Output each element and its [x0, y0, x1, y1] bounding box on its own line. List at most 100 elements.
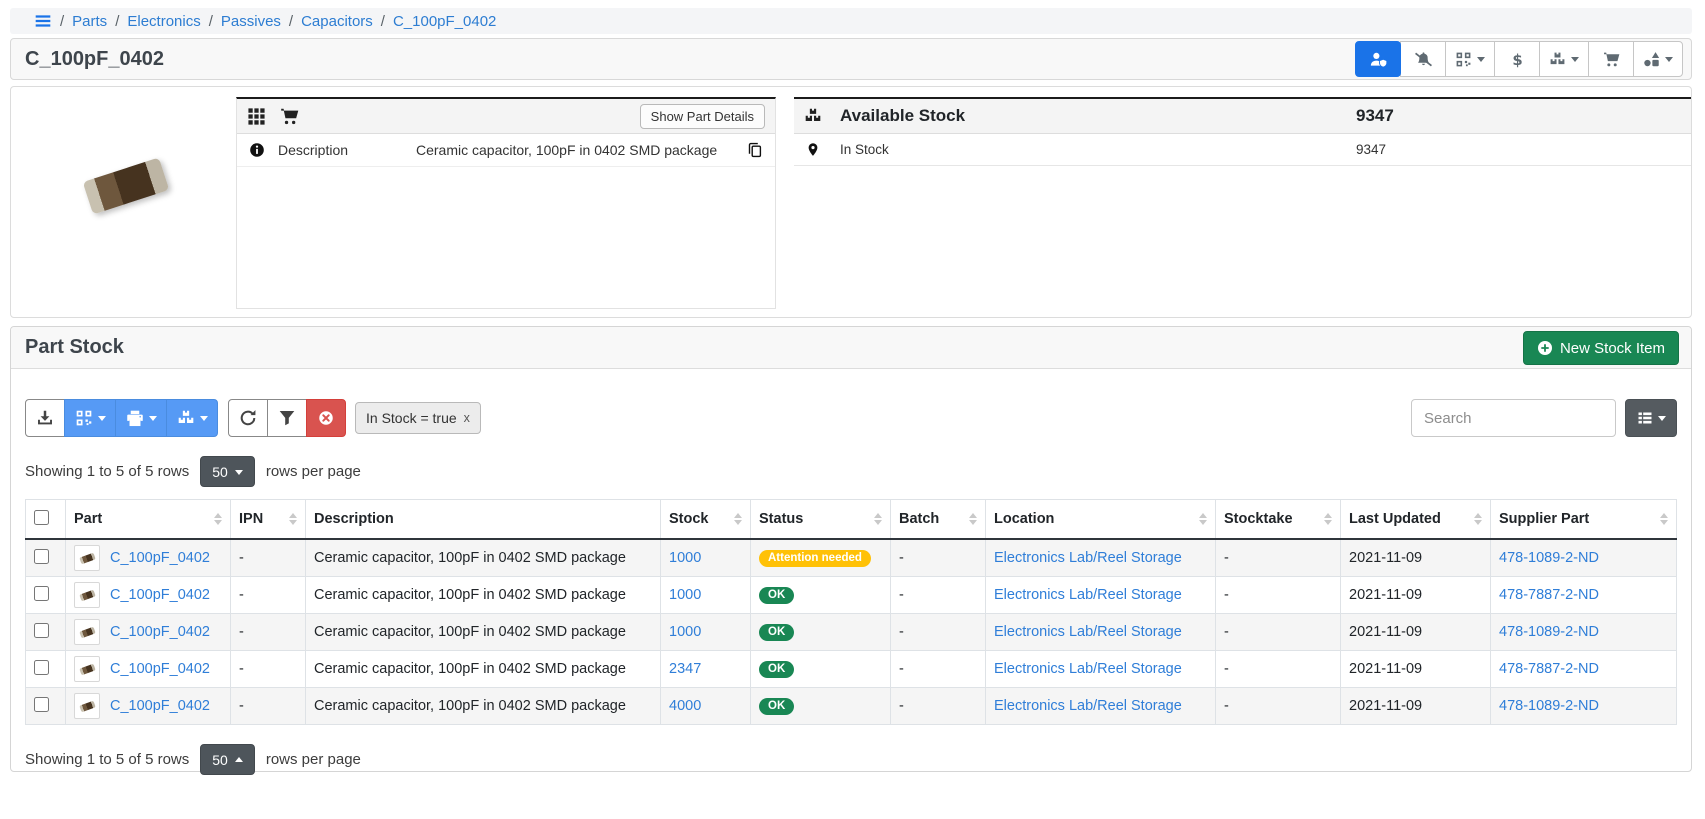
print-actions-button[interactable]: [115, 399, 167, 437]
show-part-details-button[interactable]: Show Part Details: [640, 104, 765, 129]
page-size-button[interactable]: 50: [200, 456, 255, 487]
cell-ipn: -: [231, 651, 306, 688]
part-stock-header: Part Stock New Stock Item: [11, 327, 1691, 369]
cell-batch: -: [891, 651, 986, 688]
pricing-button[interactable]: $: [1494, 41, 1540, 77]
part-link[interactable]: C_100pF_0402: [110, 587, 210, 603]
column-header-ipn[interactable]: IPN: [231, 500, 306, 540]
grid-icon[interactable]: [247, 107, 266, 126]
stock-link[interactable]: 2347: [669, 661, 701, 677]
breadcrumb-link[interactable]: Capacitors: [301, 13, 373, 30]
select-all-checkbox[interactable]: [34, 510, 49, 525]
cell-part: C_100pF_0402: [66, 577, 231, 614]
column-label: Stock: [669, 511, 709, 527]
toolbar-right: [1411, 399, 1677, 437]
row-checkbox[interactable]: [34, 660, 49, 675]
reload-table-button[interactable]: [228, 399, 268, 437]
column-header-part[interactable]: Part: [66, 500, 231, 540]
user-shield-icon: [1370, 51, 1387, 68]
column-label: Last Updated: [1349, 511, 1441, 527]
sort-icon[interactable]: [1193, 509, 1207, 529]
cell-status: OK: [751, 614, 891, 651]
breadcrumb-link[interactable]: Electronics: [127, 13, 200, 30]
location-link[interactable]: Electronics Lab/Reel Storage: [994, 624, 1182, 640]
cart-icon[interactable]: [280, 107, 299, 126]
row-checkbox[interactable]: [34, 623, 49, 638]
status-badge: OK: [759, 661, 794, 679]
sort-icon[interactable]: [208, 509, 222, 529]
row-checkbox[interactable]: [34, 549, 49, 564]
add-filter-button[interactable]: [267, 399, 307, 437]
supplier_part-link[interactable]: 478-1089-2-ND: [1499, 550, 1599, 566]
copy-icon[interactable]: [747, 142, 763, 158]
stock-options-button[interactable]: [166, 399, 218, 437]
sort-icon[interactable]: [728, 509, 742, 529]
clear-filters-button[interactable]: [306, 399, 346, 437]
column-header-location[interactable]: Location: [986, 500, 1216, 540]
supplier_part-link[interactable]: 478-7887-2-ND: [1499, 587, 1599, 603]
location-link[interactable]: Electronics Lab/Reel Storage: [994, 587, 1182, 603]
unsubscribe-button[interactable]: [1400, 41, 1446, 77]
column-header-stocktake[interactable]: Stocktake: [1216, 500, 1341, 540]
supplier_part-link[interactable]: 478-1089-2-ND: [1499, 698, 1599, 714]
sort-icon[interactable]: [963, 509, 977, 529]
admin-user-button[interactable]: [1355, 41, 1401, 77]
location-link[interactable]: Electronics Lab/Reel Storage: [994, 661, 1182, 677]
caret-down-icon: [1658, 416, 1666, 425]
hamburger-menu-icon[interactable]: [34, 12, 52, 30]
table-row: C_100pF_0402-Ceramic capacitor, 100pF in…: [26, 688, 1677, 725]
stock-link[interactable]: 1000: [669, 550, 701, 566]
barcode-actions-button[interactable]: [1445, 41, 1495, 77]
part-link[interactable]: C_100pF_0402: [110, 624, 210, 640]
part-link[interactable]: C_100pF_0402: [110, 698, 210, 714]
cell-part: C_100pF_0402: [66, 651, 231, 688]
supplier_part-link[interactable]: 478-7887-2-ND: [1499, 661, 1599, 677]
remove-filter-x[interactable]: x: [464, 411, 470, 425]
cell-location: Electronics Lab/Reel Storage: [986, 688, 1216, 725]
part-link[interactable]: C_100pF_0402: [110, 550, 210, 566]
row-checkbox[interactable]: [34, 697, 49, 712]
new-stock-item-label: New Stock Item: [1560, 340, 1665, 357]
title-panel: C_100pF_0402 $: [10, 38, 1692, 80]
part-actions-button[interactable]: [1633, 41, 1683, 77]
part-thumbnail-image[interactable]: [63, 123, 189, 249]
stock-actions-button[interactable]: [1539, 41, 1589, 77]
column-header-last_updated[interactable]: Last Updated: [1341, 500, 1491, 540]
column-header-status[interactable]: Status: [751, 500, 891, 540]
sort-icon[interactable]: [1318, 509, 1332, 529]
cell-description: Ceramic capacitor, 100pF in 0402 SMD pac…: [306, 577, 661, 614]
column-header-stock[interactable]: Stock: [661, 500, 751, 540]
new-stock-item-button[interactable]: New Stock Item: [1523, 331, 1679, 365]
breadcrumb-link[interactable]: Passives: [221, 13, 281, 30]
stock-link[interactable]: 1000: [669, 587, 701, 603]
column-header-supplier_part[interactable]: Supplier Part: [1491, 500, 1677, 540]
sort-icon[interactable]: [283, 509, 297, 529]
supplier_part-link[interactable]: 478-1089-2-ND: [1499, 624, 1599, 640]
filter-chip[interactable]: In Stock = true x: [355, 402, 481, 434]
header-toolbar: $: [1355, 41, 1683, 77]
breadcrumb-link[interactable]: Parts: [72, 13, 107, 30]
cell-check: [26, 651, 66, 688]
part-link[interactable]: C_100pF_0402: [110, 661, 210, 677]
row-checkbox[interactable]: [34, 586, 49, 601]
export-button[interactable]: [25, 399, 65, 437]
order-button[interactable]: [1588, 41, 1634, 77]
stock-link[interactable]: 4000: [669, 698, 701, 714]
column-header-batch[interactable]: Batch: [891, 500, 986, 540]
sort-icon[interactable]: [1468, 509, 1482, 529]
breadcrumb-link[interactable]: C_100pF_0402: [393, 13, 496, 30]
sort-icon[interactable]: [868, 509, 882, 529]
part-thumbnail: [74, 656, 100, 682]
barcode-actions-button[interactable]: [64, 399, 116, 437]
location-link[interactable]: Electronics Lab/Reel Storage: [994, 550, 1182, 566]
search-input[interactable]: [1411, 399, 1616, 437]
stock-link[interactable]: 1000: [669, 624, 701, 640]
column-header-check[interactable]: [26, 500, 66, 540]
cell-stock: 2347: [661, 651, 751, 688]
status-badge: Attention needed: [759, 550, 871, 568]
page-size-button[interactable]: 50: [200, 744, 255, 775]
location-link[interactable]: Electronics Lab/Reel Storage: [994, 698, 1182, 714]
cell-location: Electronics Lab/Reel Storage: [986, 614, 1216, 651]
columns-button[interactable]: [1625, 399, 1677, 437]
sort-icon[interactable]: [1654, 509, 1668, 529]
